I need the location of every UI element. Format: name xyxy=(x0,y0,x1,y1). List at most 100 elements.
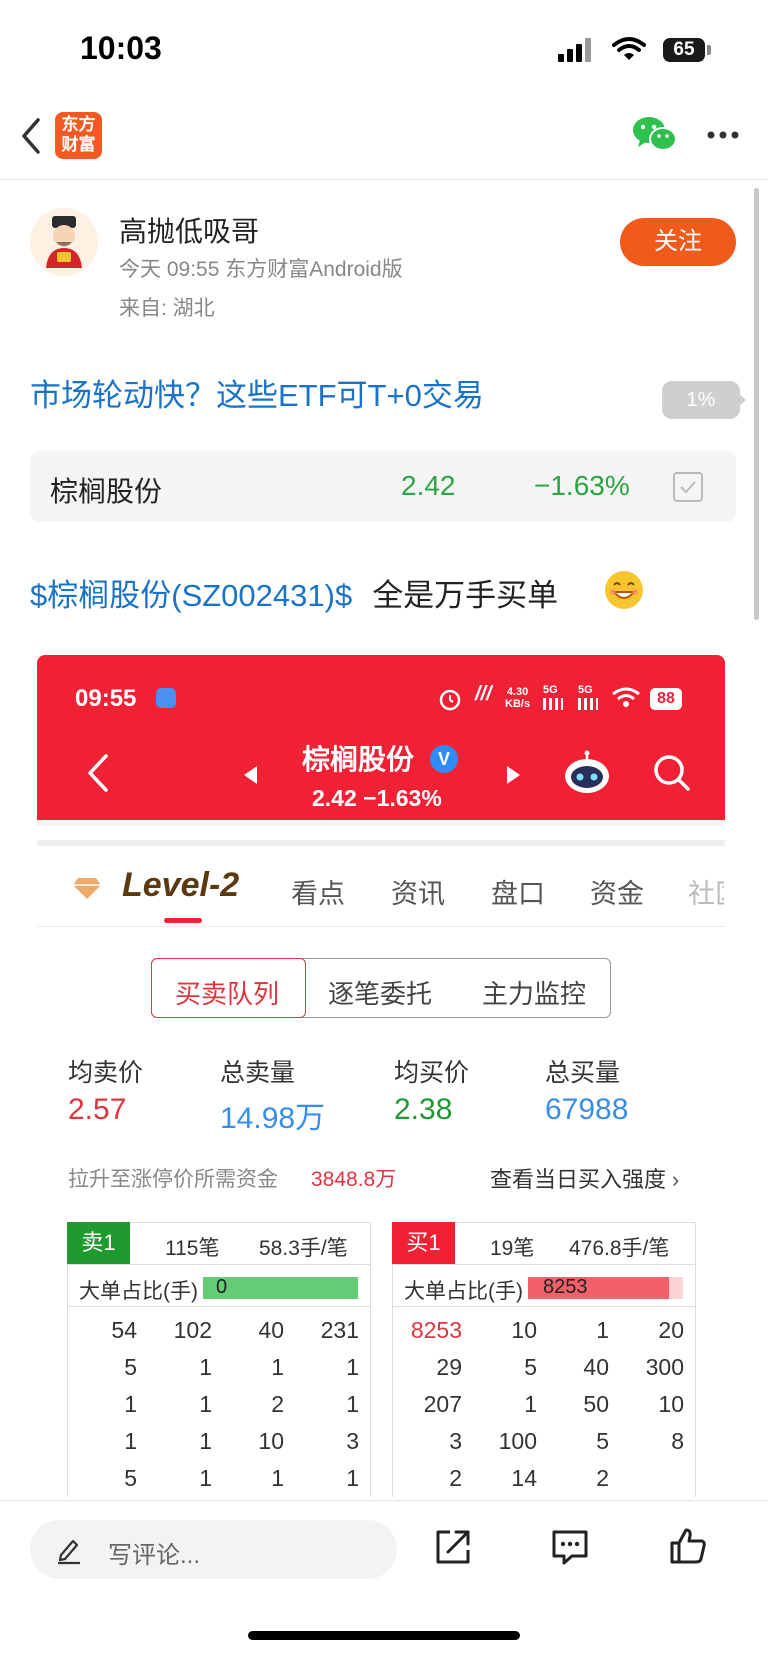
screenshot-tab-panko: 盘口 xyxy=(491,879,545,909)
screenshot-separator xyxy=(37,840,725,846)
screenshot-limit-up-label: 拉升至涨停价所需资金 xyxy=(68,1168,278,1191)
screenshot-prev-icon xyxy=(244,766,257,784)
home-indicator[interactable] xyxy=(248,1631,520,1640)
wechat-share-icon[interactable] xyxy=(632,114,678,154)
nav-divider xyxy=(0,179,768,180)
screenshot-queue-cell: 300 xyxy=(645,1354,684,1380)
pencil-icon xyxy=(58,1539,80,1565)
screenshot-level2-diamond-icon xyxy=(73,878,101,899)
avatar[interactable] xyxy=(30,208,98,276)
screenshot-queue-cell: 1 xyxy=(596,1317,609,1343)
screenshot-stock-price: 2.42 −1.63% xyxy=(312,785,442,811)
more-icon[interactable] xyxy=(706,130,740,140)
cellular-signal-icon xyxy=(558,38,596,62)
screenshot-search-icon xyxy=(654,755,690,791)
screenshot-wifi-icon xyxy=(612,687,640,707)
screenshot-buy-bigorder-value: 8253 xyxy=(543,1276,588,1298)
screenshot-queue-cell: 5 xyxy=(124,1465,137,1491)
author-name[interactable]: 高抛低吸哥 xyxy=(119,210,259,250)
screenshot-robot-icon xyxy=(565,750,609,793)
comment-placeholder[interactable]: 写评论... xyxy=(108,1535,200,1570)
screenshot-table-divider xyxy=(392,1306,696,1307)
add-watchlist-checkbox[interactable] xyxy=(673,472,703,502)
screenshot-queue-cell: 102 xyxy=(173,1317,212,1343)
screenshot-buy-badge: 买1 xyxy=(392,1222,455,1264)
stock-card-change: −1.63% xyxy=(534,470,630,501)
post-body-text: 全是万手买单 xyxy=(372,578,559,613)
screenshot-stat-value: 67988 xyxy=(545,1093,629,1126)
stock-mention-link[interactable]: $棕榈股份(SZ002431)$ xyxy=(30,578,352,613)
grin-emoji-icon xyxy=(605,571,643,609)
screenshot-stat-value: 2.57 xyxy=(68,1093,127,1126)
post-meta: 今天 09:55 东方财富Android版 xyxy=(119,258,403,281)
battery-tip xyxy=(707,45,711,55)
screenshot-queue-cell: 5 xyxy=(124,1354,137,1380)
screenshot-stock-name: 棕榈股份 xyxy=(302,744,415,775)
screenshot-table-divider xyxy=(67,1306,371,1307)
comment-input[interactable] xyxy=(30,1520,397,1579)
back-icon[interactable] xyxy=(18,116,44,156)
like-icon[interactable] xyxy=(668,1526,708,1566)
screenshot-stat-label: 均卖价 xyxy=(68,1059,144,1087)
screenshot-queue-cell: 2 xyxy=(271,1391,284,1417)
read-progress-badge: 1% xyxy=(662,381,740,419)
screenshot-sell-avg: 58.3手/笔 xyxy=(259,1237,348,1260)
screenshot-verified-icon: V xyxy=(430,745,458,773)
screenshot-queue-cell: 5 xyxy=(596,1428,609,1454)
screenshot-buy-count: 19笔 xyxy=(490,1237,535,1260)
screenshot-queue-cell: 3 xyxy=(346,1428,359,1454)
battery-indicator: 65 xyxy=(663,38,705,62)
screenshot-queue-cell: 1 xyxy=(346,1465,359,1491)
screenshot-tab-level2: Level-2 xyxy=(122,866,240,904)
screenshot-queue-cell: 1 xyxy=(271,1465,284,1491)
screenshot-network-speed: 4.30 KB/s xyxy=(505,686,531,710)
screenshot-queue-cell: 1 xyxy=(124,1391,137,1417)
screenshot-queue-cell: 10 xyxy=(511,1317,537,1343)
screenshot-queue-cell: 5 xyxy=(524,1354,537,1380)
screenshot-segment-queue: 买卖队列 xyxy=(175,979,280,1009)
screenshot-queue-cell: 2 xyxy=(596,1465,609,1491)
screenshot-limit-up-value: 3848.8万 xyxy=(311,1168,397,1191)
screenshot-queue-cell: 40 xyxy=(258,1317,284,1343)
screenshot-back-icon xyxy=(88,754,108,792)
screenshot-tab-kandian: 看点 xyxy=(291,879,345,909)
screenshot-carrier-icon: /// xyxy=(475,683,492,705)
screenshot-tab-community: 社区 xyxy=(688,879,724,909)
screenshot-5g-label-1: 5G xyxy=(543,684,558,696)
screenshot-queue-cell: 8253 xyxy=(410,1317,462,1343)
screenshot-sell-bigorder-label: 大单占比(手) xyxy=(79,1280,198,1303)
screenshot-sell-badge: 卖1 xyxy=(67,1222,130,1264)
screenshot-buy-bigorder-label: 大单占比(手) xyxy=(404,1280,523,1303)
follow-button[interactable]: 关注 xyxy=(620,218,736,266)
screenshot-table-divider xyxy=(67,1264,371,1265)
app-logo[interactable]: 东方财富 xyxy=(55,112,102,159)
screenshot-next-icon xyxy=(507,766,520,784)
screenshot-queue-cell: 1 xyxy=(199,1465,212,1491)
screenshot-tab-news: 资讯 xyxy=(391,879,445,909)
post-title-link[interactable]: 市场轮动快？这些ETF可T+0交易 xyxy=(30,370,484,415)
chevron-right-icon: › xyxy=(672,1167,680,1192)
screenshot-queue-cell: 1 xyxy=(199,1391,212,1417)
screenshot-app-icon xyxy=(156,688,176,708)
screenshot-stat-label: 总买量 xyxy=(545,1059,621,1087)
screenshot-alarm-icon xyxy=(439,689,461,711)
screenshot-queue-cell: 1 xyxy=(346,1391,359,1417)
share-icon[interactable] xyxy=(434,1528,472,1566)
screenshot-signal-icon-1 xyxy=(543,698,563,710)
comment-icon[interactable] xyxy=(550,1528,590,1566)
screenshot-queue-cell: 2 xyxy=(449,1465,462,1491)
screenshot-sell-count: 115笔 xyxy=(165,1237,220,1260)
screenshot-queue-cell: 1 xyxy=(124,1428,137,1454)
screenshot-queue-cell: 54 xyxy=(111,1317,137,1343)
screenshot-buy-avg: 476.8手/笔 xyxy=(569,1237,670,1260)
screenshot-queue-cell: 1 xyxy=(346,1354,359,1380)
screenshot-queue-cell: 1 xyxy=(199,1354,212,1380)
screenshot-stat-value: 14.98万 xyxy=(220,1102,326,1135)
screenshot-stat-label: 总卖量 xyxy=(220,1059,296,1087)
wifi-icon xyxy=(612,37,646,60)
scrollbar[interactable] xyxy=(754,188,759,620)
screenshot-queue-cell: 3 xyxy=(449,1428,462,1454)
screenshot-queue-cell: 207 xyxy=(423,1391,462,1417)
screenshot-queue-cell: 1 xyxy=(271,1354,284,1380)
post-location: 来自: 湖北 xyxy=(119,297,215,320)
